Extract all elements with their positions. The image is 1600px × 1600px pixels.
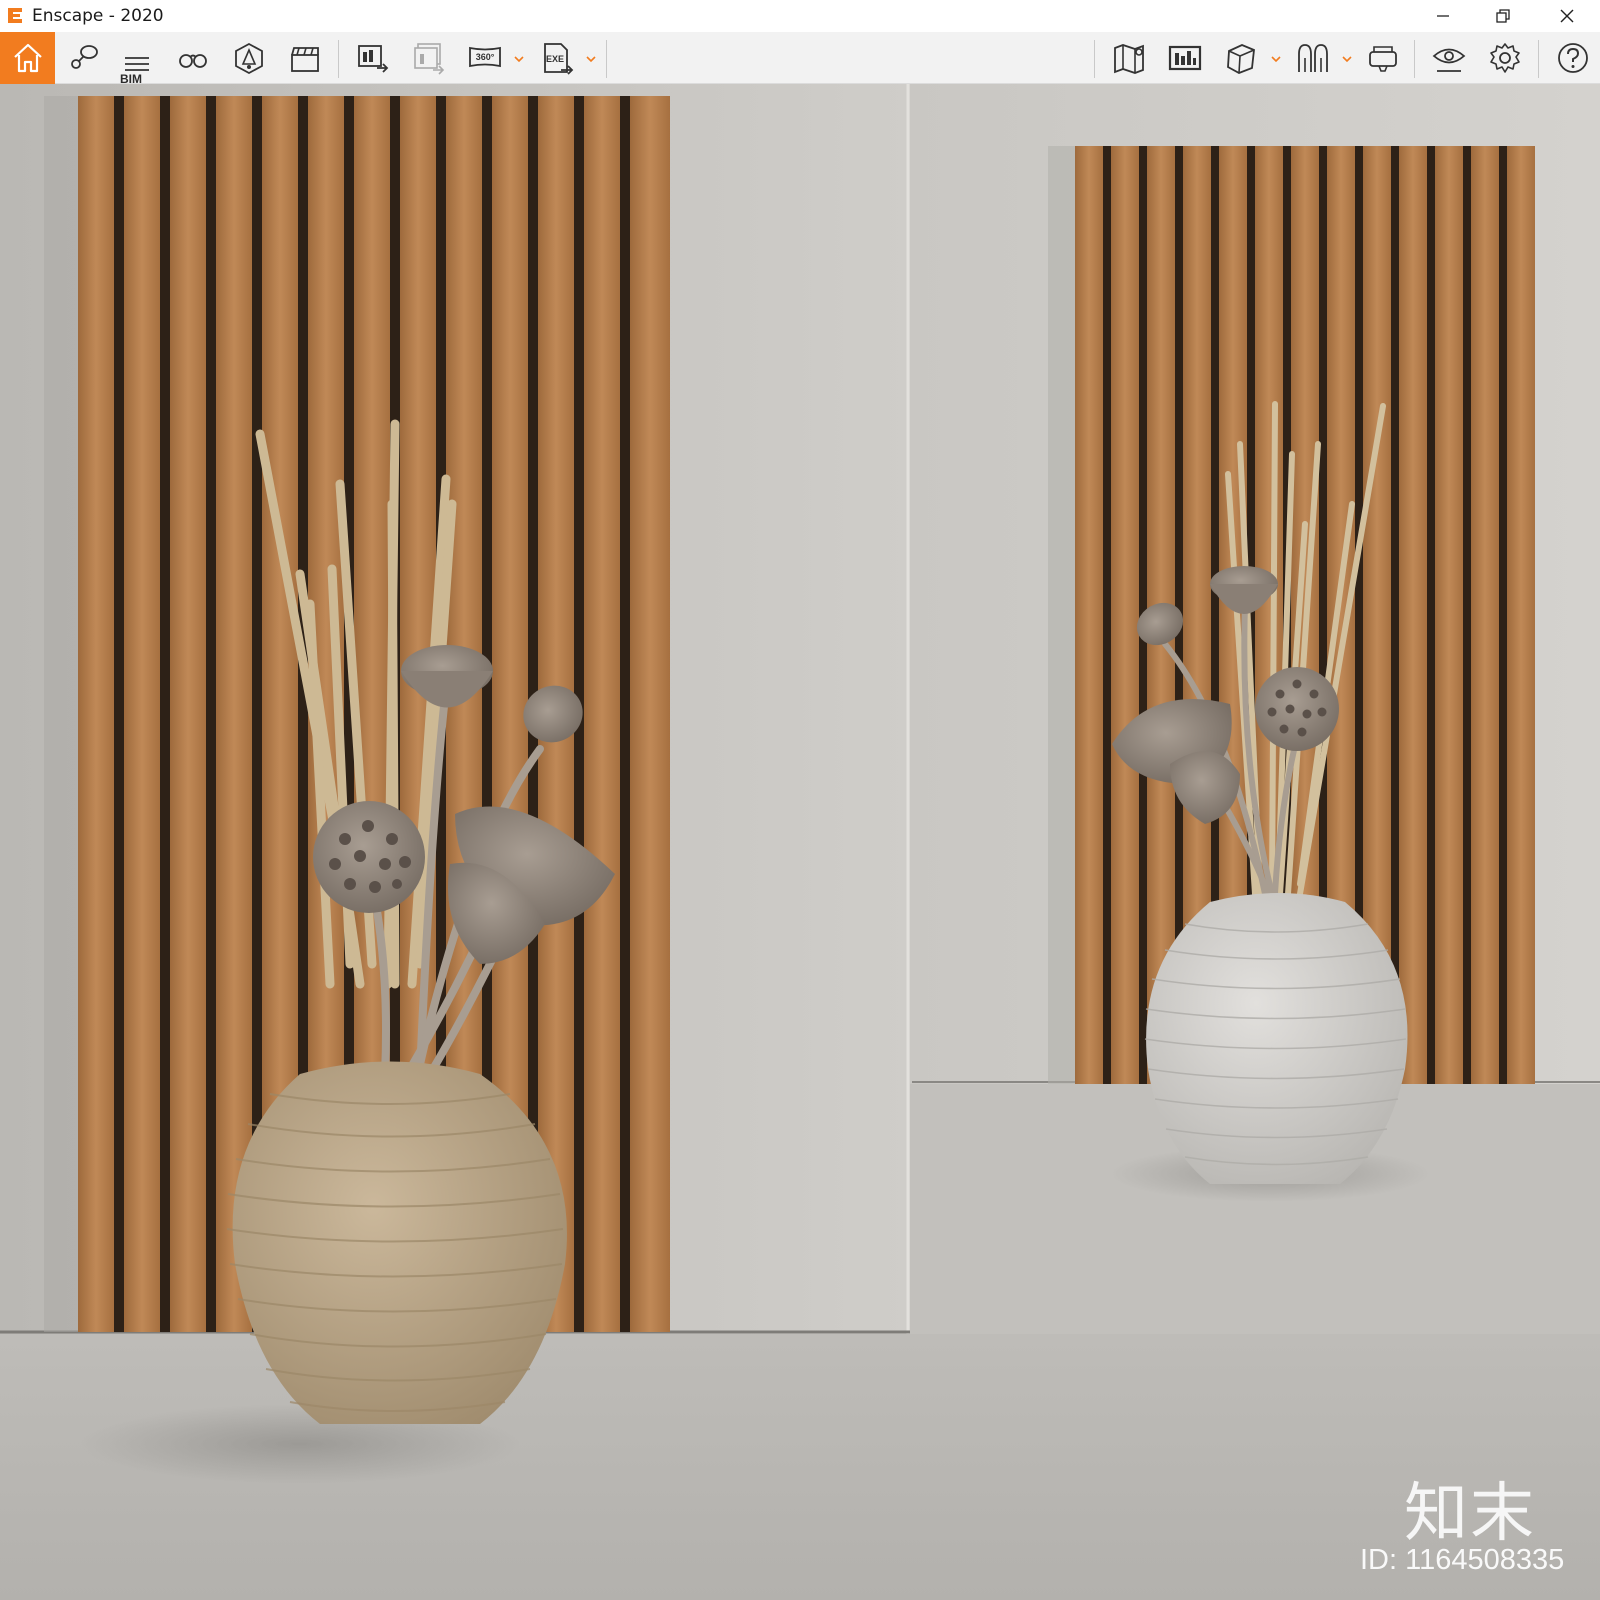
- gallery-button[interactable]: [1162, 38, 1208, 78]
- asset-library-button[interactable]: [1218, 38, 1264, 78]
- title-bar: Enscape - 2020: [0, 0, 1600, 32]
- gallery-icon: [1168, 45, 1202, 71]
- enscape-toolbar: BIM 360° EXE: [0, 32, 1600, 112]
- batch-export-icon: [414, 43, 445, 75]
- toolbar-separator: [338, 40, 339, 78]
- watermark-logo: 知末: [1404, 1477, 1536, 1551]
- screenshot-button[interactable]: [350, 38, 396, 78]
- screenshot-export-icon: [358, 45, 389, 73]
- view-options-button[interactable]: [1426, 38, 1472, 78]
- vr-headset-button[interactable]: [1360, 38, 1406, 78]
- home-icon: [13, 43, 42, 73]
- views-icon: [71, 45, 98, 69]
- chevron-down-icon[interactable]: [585, 54, 597, 64]
- watermark-id: ID: 1164508335: [1360, 1544, 1565, 1576]
- minimize-icon: [1437, 15, 1449, 17]
- panorama-360-icon: 360°: [469, 46, 501, 68]
- batch-render-button[interactable]: [406, 38, 452, 78]
- exe-export-icon: EXE: [544, 43, 574, 75]
- settings-button[interactable]: [1482, 38, 1528, 78]
- exe-label: EXE: [546, 54, 564, 64]
- window-title: Enscape - 2020: [32, 6, 164, 26]
- render-viewport[interactable]: [0, 84, 1600, 1600]
- help-button[interactable]: [1550, 38, 1596, 78]
- map-button[interactable]: [1106, 38, 1152, 78]
- binoculars-icon: [179, 54, 207, 68]
- minimize-button[interactable]: [1416, 0, 1470, 32]
- chevron-down-icon[interactable]: [1270, 54, 1282, 64]
- settings-lights-icon: [235, 42, 263, 75]
- restore-button[interactable]: [1476, 0, 1530, 32]
- chevron-down-icon[interactable]: [1341, 54, 1353, 64]
- eye-icon: [1432, 48, 1466, 72]
- ribbed-vase-left: [226, 1061, 567, 1424]
- restore-icon: [1496, 9, 1510, 23]
- video-clapper-icon: [291, 47, 319, 72]
- map-icon: [1114, 44, 1144, 74]
- help-icon: [1558, 43, 1588, 73]
- binoculars-button[interactable]: [170, 38, 216, 78]
- home-button[interactable]: [0, 32, 55, 84]
- people-icon: [1298, 44, 1328, 72]
- views-button[interactable]: [60, 38, 106, 78]
- toolbar-separator: [1094, 40, 1095, 78]
- video-editor-button[interactable]: [282, 38, 328, 78]
- enscape-logo-icon: [8, 8, 22, 23]
- exe-export-button[interactable]: EXE: [534, 38, 580, 78]
- people-button[interactable]: [1290, 38, 1336, 78]
- ribbed-vase-right: [1144, 893, 1408, 1184]
- bim-icon: [125, 57, 149, 71]
- close-icon: [1560, 9, 1574, 23]
- toolbar-separator: [606, 40, 607, 78]
- panorama-label: 360°: [476, 52, 495, 62]
- panorama-button[interactable]: 360°: [462, 38, 508, 78]
- asset-cube-icon: [1227, 44, 1255, 74]
- chevron-down-icon[interactable]: [513, 54, 525, 64]
- close-button[interactable]: [1540, 0, 1594, 32]
- toolbar-separator: [1538, 40, 1539, 78]
- vr-headset-icon: [1369, 46, 1397, 72]
- gear-icon: [1490, 43, 1520, 73]
- scene-render: [0, 84, 1600, 1600]
- visual-settings-button[interactable]: [226, 38, 272, 78]
- toolbar-separator: [1414, 40, 1415, 78]
